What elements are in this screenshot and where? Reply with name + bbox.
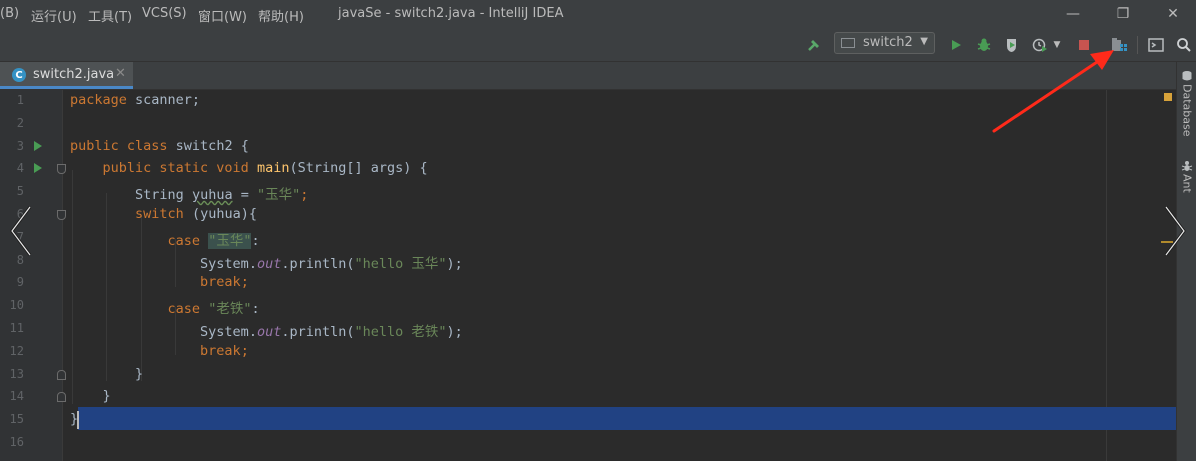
ant-icon [1181, 161, 1193, 171]
run-class-gutter-icon[interactable] [34, 140, 42, 151]
fold-icon[interactable] [57, 392, 66, 403]
code-line: 4 public static void main(String[] args)… [0, 158, 1176, 181]
code-line: 8 System.out.println("hello 玉华"); [0, 250, 1176, 273]
code-text: } [70, 388, 111, 405]
code-text: public class switch2 { [70, 137, 249, 154]
line-number: 2 [16, 115, 24, 130]
minimize-button[interactable]: — [1050, 0, 1096, 28]
tab-label: switch2.java [33, 67, 115, 82]
line-number: 9 [16, 275, 24, 290]
code-line: 12 break; [0, 341, 1176, 364]
line-number: 10 [9, 298, 24, 313]
line-number: 3 [16, 138, 24, 153]
database-icon [1182, 71, 1192, 81]
code-text: package scanner; [70, 92, 201, 108]
code-line: 11 System.out.println("hello 老铁"); [0, 318, 1176, 341]
text-caret [77, 411, 79, 430]
menu-bar: (B) 运行(U) 工具(T) VCS(S) 窗口(W) 帮助(H) javaS… [0, 0, 1196, 28]
tab-close-icon[interactable]: ✕ [115, 66, 126, 81]
code-line: 9 break; [0, 272, 1176, 295]
search-icon[interactable] [1174, 35, 1194, 55]
terminal-icon[interactable] [1146, 35, 1166, 55]
code-text: System.out.println("hello 玉华"); [200, 255, 463, 272]
previous-arrow-icon[interactable] [6, 203, 34, 259]
line-number: 11 [9, 321, 24, 335]
code-line: 13 } [0, 364, 1176, 387]
build-hammer-icon[interactable] [804, 35, 824, 55]
code-text: System.out.println("hello 老铁"); [200, 324, 463, 340]
close-window-button[interactable]: ✕ [1150, 0, 1196, 28]
tab-switch2-java[interactable]: C switch2.java ✕ [0, 62, 133, 89]
menu-tools[interactable]: 工具(T) [88, 6, 132, 25]
menu-build[interactable]: (B) [0, 6, 19, 21]
line-number: 5 [16, 184, 24, 199]
code-text: case "老铁": [167, 301, 260, 318]
line-number: 15 [9, 412, 24, 427]
run-configuration-select[interactable]: switch2 ▼ [834, 32, 935, 54]
fold-icon[interactable] [57, 210, 66, 220]
line-number: 12 [9, 343, 24, 358]
code-text: public static void main(String[] args) { [102, 160, 428, 177]
sidebar-label: Database [1180, 84, 1194, 137]
fold-icon[interactable] [57, 164, 66, 175]
code-text: case "玉华": [167, 232, 260, 249]
menu-window[interactable]: 窗口(W) [198, 6, 247, 25]
code-text: switch (yuhua){ [135, 206, 257, 222]
chevron-down-icon: ▼ [920, 36, 928, 47]
menu-help[interactable]: 帮助(H) [258, 6, 304, 25]
run-configuration-label: switch2 [863, 35, 913, 50]
code-text: break; [200, 342, 249, 359]
run-main-gutter-icon[interactable] [34, 163, 42, 174]
line-number: 1 [16, 93, 24, 107]
sidebar-item-ant[interactable]: Ant [1178, 160, 1196, 193]
right-tool-sidebar: Database Ant [1176, 62, 1196, 461]
window-title: javaSe - switch2.java - IntelliJ IDEA [338, 6, 564, 21]
code-line: 6 switch (yuhua){ [0, 204, 1176, 227]
line-number: 13 [9, 366, 24, 381]
annotation-arrow-icon [992, 50, 1114, 133]
toolbar-divider [1137, 36, 1138, 54]
java-class-icon: C [12, 68, 26, 82]
line-number: 16 [9, 435, 24, 449]
menu-run[interactable]: 运行(U) [31, 6, 77, 25]
code-line-current: 15 } [0, 409, 1176, 432]
code-text: String yuhua = "玉华"; [135, 187, 309, 204]
code-line: 16 [0, 432, 1176, 455]
code-line: 5 String yuhua = "玉华"; [0, 181, 1176, 204]
line-number: 4 [16, 161, 24, 176]
run-icon[interactable] [946, 35, 966, 55]
code-text: } [70, 365, 144, 382]
line-number: 14 [9, 389, 24, 404]
code-text: break; [200, 274, 249, 291]
code-editor[interactable]: 1 package scanner; 2 3 public class swit… [0, 90, 1176, 461]
code-line: 7 case "玉华": [0, 227, 1176, 250]
application-config-icon [841, 38, 855, 48]
menu-vcs[interactable]: VCS(S) [142, 6, 187, 21]
next-arrow-icon[interactable] [1162, 203, 1190, 259]
restore-button[interactable]: ❐ [1100, 0, 1146, 28]
fold-icon[interactable] [57, 369, 66, 380]
inspection-status-icon[interactable] [1164, 93, 1172, 101]
sidebar-label: Ant [1180, 174, 1194, 193]
code-line: 14 } [0, 386, 1176, 409]
code-line: 10 case "老铁": [0, 295, 1176, 318]
sidebar-item-database[interactable]: Database [1178, 70, 1196, 137]
